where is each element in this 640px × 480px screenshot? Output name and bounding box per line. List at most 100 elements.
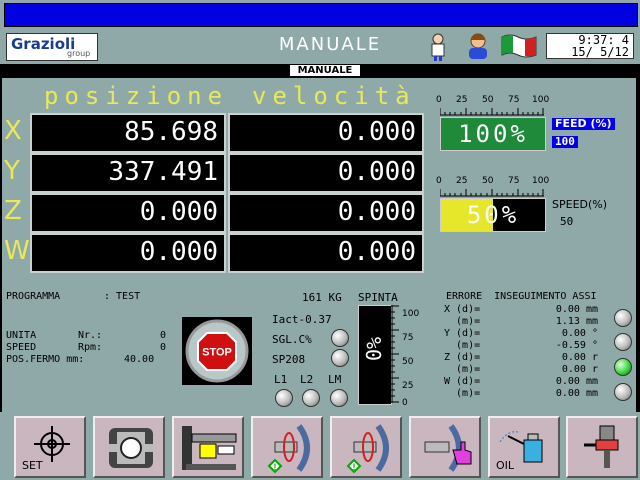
set-button[interactable]: SET (14, 416, 86, 478)
speed-scale-50: 50 (482, 176, 494, 186)
svg-text:!: ! (353, 462, 356, 472)
stop-sign-icon: STOP (185, 319, 249, 383)
error-value: 0.00 mm (555, 376, 598, 387)
spindle-hand-icon (424, 424, 472, 472)
company-logo: Grazioli group (6, 33, 98, 61)
spinta-scale-50: 50 (402, 357, 414, 367)
mode-label: MANUALE (290, 65, 360, 76)
error-value: -0.59 ° (555, 340, 598, 351)
lm-led (330, 389, 348, 407)
nr-value: 0 (159, 330, 166, 341)
spinta-scale-0: 0 (402, 398, 408, 408)
rotate-left-button[interactable]: ! (251, 416, 323, 478)
feed-ruler (440, 108, 544, 116)
oil-button[interactable]: OIL (488, 416, 560, 478)
error-value: 0.00 mm (555, 388, 598, 399)
clock-date: 15/ 5/12 (571, 45, 629, 59)
spinta-scale-labels: 100 75 50 25 0 (402, 302, 419, 408)
position-y-display: 337.491 (30, 153, 226, 193)
speed-x-display: 0.000 (228, 113, 424, 153)
machine-button[interactable] (172, 416, 244, 478)
axis-label-w: W (4, 236, 30, 266)
l1-led (275, 389, 293, 407)
axis-x-status-led (614, 309, 632, 327)
oil-button-label: OIL (496, 459, 515, 472)
l2-led (302, 389, 320, 407)
error-label: (m)= (444, 340, 481, 351)
speed-value: 50 (560, 215, 574, 228)
speed-ruler (440, 189, 544, 197)
spinta-label: SPINTA (358, 291, 398, 304)
logo-subtext: group (67, 49, 91, 58)
left-border (0, 78, 2, 412)
feed-scale-25: 25 (456, 95, 468, 105)
program-label: PROGRAMMA (6, 291, 61, 302)
axis-w-status-led (614, 383, 632, 401)
position-x-display: 85.698 (30, 113, 226, 153)
spinta-value: 161 KG (302, 291, 342, 304)
spinta-ruler (391, 305, 399, 403)
speed-label: SPEED(%) (552, 198, 608, 211)
posfermo-value: 40.00 (124, 354, 155, 365)
iact-label: Iact-0.37 (272, 313, 332, 326)
error-label: X (d)= (444, 304, 481, 315)
axis-label-x: X (4, 116, 22, 146)
rotate-right-button[interactable]: ! (330, 416, 402, 478)
feed-scale-0: 0 (436, 95, 442, 105)
mode-subbar: MANUALE (0, 64, 640, 78)
axis-z-status-led (614, 358, 632, 376)
feed-value: 100 (552, 136, 578, 148)
spinta-scale-25: 25 (402, 381, 414, 391)
axis-label-z: Z (4, 196, 22, 226)
error-value: 1.13 mm (555, 316, 598, 327)
rotate-left-icon: ! (267, 424, 310, 474)
position-w-display: 0.000 (30, 233, 226, 273)
operator-icon[interactable] (428, 32, 448, 62)
set-button-label: SET (22, 459, 43, 472)
svg-text:!: ! (274, 462, 277, 472)
stop-button[interactable]: STOP (182, 317, 252, 385)
speed-scale-0: 0 (436, 176, 442, 186)
l1-label: L1 (274, 373, 288, 386)
speed-z-display: 0.000 (228, 193, 424, 233)
l2-label: L2 (300, 373, 314, 386)
spindle-hand-button[interactable] (409, 416, 481, 478)
rpm-value: 0 (159, 342, 166, 353)
clamp-icon (109, 428, 153, 468)
errors-list: X (d)= 0.00 mm (m)= 1.13 mm Y (d)= 0.00 ° (… (444, 304, 638, 400)
speed-w-display: 0.000 (228, 233, 424, 273)
feed-bar-value: 100% (458, 120, 528, 148)
spray-button[interactable] (566, 416, 638, 478)
program-value: : TEST (104, 291, 141, 302)
error-value: 0.00 r (561, 364, 598, 375)
position-column-header: posizione (44, 82, 229, 110)
spinta-gauge-value: 0% (362, 336, 386, 362)
error-label: (m)= (444, 364, 481, 375)
error-value: 0.00 r (561, 352, 598, 363)
stop-label: STOP (202, 347, 232, 359)
speed-scale-25: 25 (456, 176, 468, 186)
posfermo-label: POS.FERMO mm: (6, 354, 85, 365)
feed-label: FEED (%) (552, 118, 615, 130)
spinta-scale-100: 100 (402, 309, 420, 319)
clamp-button[interactable] (93, 416, 165, 478)
sgl-led (331, 329, 349, 347)
italian-flag-icon[interactable] (500, 33, 538, 59)
error-label: Z (d)= (444, 352, 481, 363)
spray-icon (584, 425, 619, 468)
error-label: W (d)= (444, 376, 481, 387)
feed-scale-100: 100 (532, 95, 550, 105)
axis-label-y: Y (4, 156, 20, 186)
machine-icon (182, 426, 237, 470)
spinta-scale-75: 75 (402, 333, 414, 343)
speed-column-header: velocità (252, 82, 416, 110)
sp-led (331, 349, 349, 367)
speed-bar: 50% (440, 198, 546, 232)
page-title: MANUALE (278, 34, 382, 55)
user-icon[interactable] (466, 32, 490, 60)
speed-y-display: 0.000 (228, 153, 424, 193)
unit-label: UNITA (6, 330, 37, 341)
message-bar (4, 3, 638, 27)
rotate-right-icon: ! (346, 424, 389, 474)
speed-scale-75: 75 (508, 176, 520, 186)
